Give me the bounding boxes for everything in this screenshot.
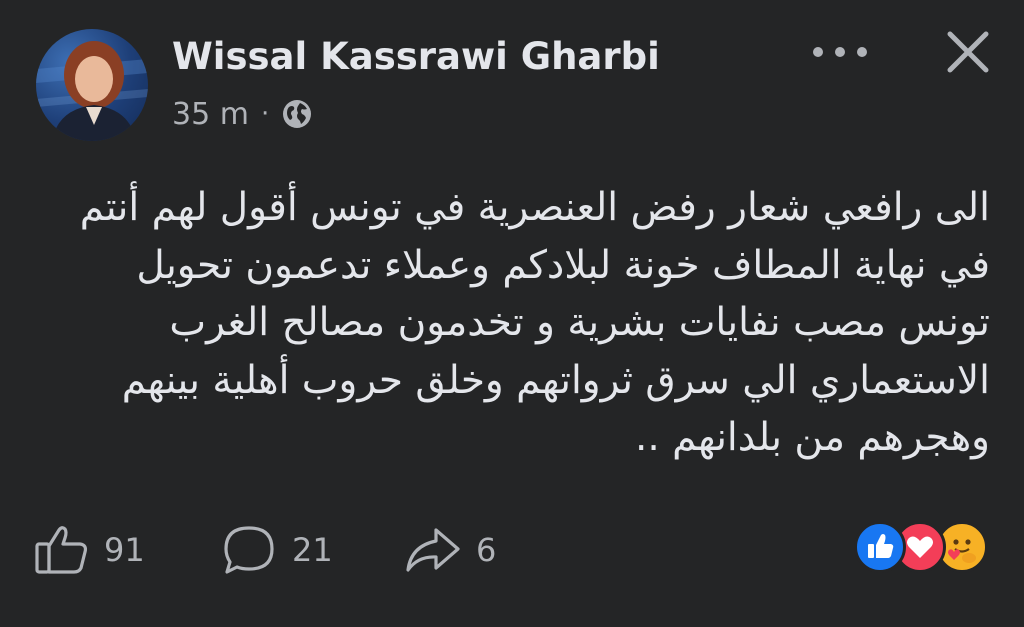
author-avatar[interactable] (36, 29, 148, 141)
post-body-text: الى رافعي شعار رفض العنصرية في تونس أقول… (79, 185, 990, 460)
like-reaction-icon (854, 521, 906, 573)
share-count: 6 (476, 531, 497, 569)
share-button[interactable]: 6 (404, 522, 496, 578)
meta-separator: · (260, 99, 270, 129)
more-horizontal-icon (813, 47, 867, 57)
like-count: 91 (104, 531, 145, 569)
share-icon (406, 528, 460, 572)
comment-button[interactable]: 21 (220, 522, 333, 578)
thumbs-up-icon (35, 526, 88, 574)
comment-count: 21 (292, 531, 333, 569)
author-name[interactable]: Wissal Kassrawi Gharbi (172, 34, 660, 80)
more-options-button[interactable] (808, 36, 872, 68)
comment-icon (224, 526, 274, 574)
post-meta: 35 m · (172, 94, 313, 134)
post-timestamp[interactable]: 35 m (172, 97, 249, 132)
close-icon (947, 31, 989, 73)
reactions-summary[interactable] (854, 521, 994, 573)
like-button[interactable]: 91 (34, 522, 145, 578)
close-button[interactable] (940, 24, 996, 80)
globe-icon[interactable] (281, 98, 313, 130)
